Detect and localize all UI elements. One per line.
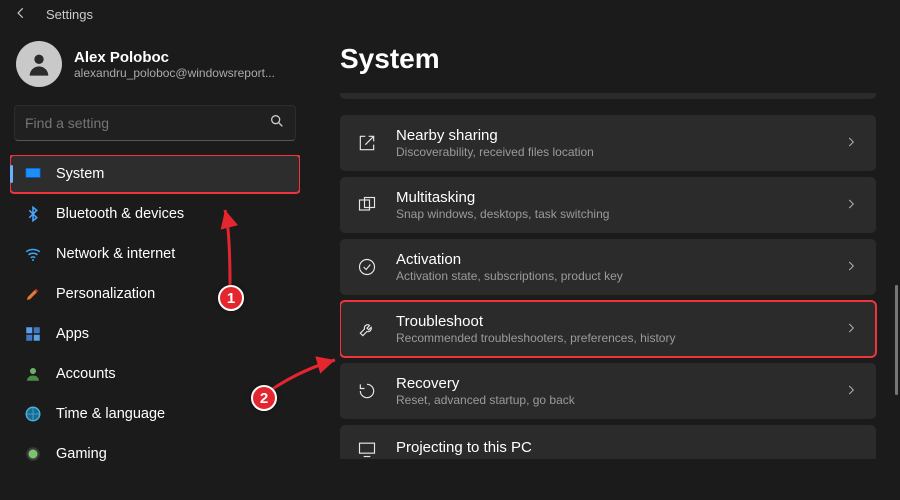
bluetooth-icon	[24, 205, 42, 223]
profile-block[interactable]: Alex Poloboc alexandru_poloboc@windowsre…	[10, 35, 300, 101]
chevron-right-icon	[844, 259, 860, 275]
sidebar-item-apps[interactable]: Apps	[10, 315, 300, 353]
search-box[interactable]	[14, 105, 296, 141]
card-subtitle: Recommended troubleshooters, preferences…	[396, 331, 826, 345]
search-input[interactable]	[25, 115, 269, 131]
sidebar: Alex Poloboc alexandru_poloboc@windowsre…	[0, 25, 310, 500]
sidebar-item-label: Apps	[56, 326, 89, 342]
card-subtitle: Discoverability, received files location	[396, 145, 826, 159]
card-title: Recovery	[396, 375, 826, 392]
main-panel: System Nearby sharing Discoverability, r…	[310, 25, 900, 500]
partial-card-top	[340, 93, 876, 99]
share-icon	[356, 133, 378, 153]
profile-email: alexandru_poloboc@windowsreport...	[74, 66, 275, 80]
sidebar-item-network[interactable]: Network & internet	[10, 235, 300, 273]
card-title: Multitasking	[396, 189, 826, 206]
sidebar-item-label: Time & language	[56, 406, 165, 422]
chevron-right-icon	[844, 321, 860, 337]
card-subtitle: Snap windows, desktops, task switching	[396, 207, 826, 221]
card-projecting[interactable]: Projecting to this PC	[340, 425, 876, 459]
recovery-icon	[356, 381, 378, 401]
apps-icon	[24, 325, 42, 343]
card-subtitle: Reset, advanced startup, go back	[396, 393, 826, 407]
avatar	[16, 41, 62, 87]
page-title: System	[340, 43, 886, 75]
gaming-icon	[24, 445, 42, 463]
sidebar-item-label: System	[56, 166, 104, 182]
wifi-icon	[24, 245, 42, 263]
search-icon	[269, 113, 285, 134]
accounts-icon	[24, 365, 42, 383]
back-button[interactable]	[14, 6, 28, 23]
chevron-right-icon	[844, 197, 860, 213]
clock-globe-icon	[24, 405, 42, 423]
card-title: Projecting to this PC	[396, 439, 860, 456]
sidebar-item-label: Gaming	[56, 446, 107, 462]
card-title: Troubleshoot	[396, 313, 826, 330]
window-title: Settings	[46, 7, 93, 22]
profile-name: Alex Poloboc	[74, 49, 275, 66]
sidebar-item-time-language[interactable]: Time & language	[10, 395, 300, 433]
card-title: Activation	[396, 251, 826, 268]
sidebar-item-label: Bluetooth & devices	[56, 206, 184, 222]
sidebar-item-accounts[interactable]: Accounts	[10, 355, 300, 393]
scrollbar[interactable]	[895, 285, 898, 395]
card-troubleshoot[interactable]: Troubleshoot Recommended troubleshooters…	[340, 301, 876, 357]
nav-list: System Bluetooth & devices Network & int…	[10, 155, 300, 473]
sidebar-item-system[interactable]: System	[10, 155, 300, 193]
multitasking-icon	[356, 195, 378, 215]
sidebar-item-label: Network & internet	[56, 246, 175, 262]
sidebar-item-bluetooth[interactable]: Bluetooth & devices	[10, 195, 300, 233]
card-subtitle: Activation state, subscriptions, product…	[396, 269, 826, 283]
wrench-icon	[356, 319, 378, 339]
sidebar-item-personalization[interactable]: Personalization	[10, 275, 300, 313]
sidebar-item-gaming[interactable]: Gaming	[10, 435, 300, 473]
card-nearby-sharing[interactable]: Nearby sharing Discoverability, received…	[340, 115, 876, 171]
card-title: Nearby sharing	[396, 127, 826, 144]
chevron-right-icon	[844, 135, 860, 151]
check-circle-icon	[356, 257, 378, 277]
sidebar-item-label: Personalization	[56, 286, 155, 302]
system-icon	[24, 165, 42, 183]
card-recovery[interactable]: Recovery Reset, advanced startup, go bac…	[340, 363, 876, 419]
titlebar: Settings	[0, 0, 900, 25]
settings-list: Nearby sharing Discoverability, received…	[340, 93, 886, 459]
projecting-icon	[356, 439, 378, 459]
card-multitasking[interactable]: Multitasking Snap windows, desktops, tas…	[340, 177, 876, 233]
paintbrush-icon	[24, 285, 42, 303]
sidebar-item-label: Accounts	[56, 366, 116, 382]
chevron-right-icon	[844, 383, 860, 399]
card-activation[interactable]: Activation Activation state, subscriptio…	[340, 239, 876, 295]
